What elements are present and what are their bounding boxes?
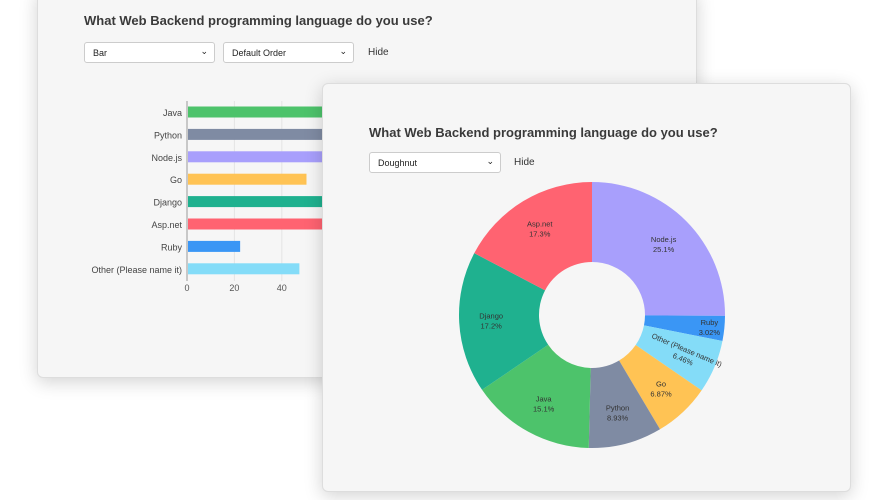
slice-percent: 3.02% <box>699 328 721 337</box>
bar <box>188 263 300 275</box>
bar <box>188 128 343 140</box>
doughnut-chart: Node.js25.1%Ruby3.02%Other (Please name … <box>459 182 725 448</box>
slice-category: Go <box>656 380 666 389</box>
slice-category: Java <box>536 395 553 404</box>
slice-percent: 15.1% <box>533 405 555 414</box>
x-tick-label: 20 <box>229 283 239 293</box>
slice-label: Python8.93% <box>606 404 629 423</box>
slice-percent: 8.93% <box>607 414 629 423</box>
slice-percent: 6.87% <box>650 390 672 399</box>
y-tick-label: Other (Please name it) <box>91 265 182 275</box>
slice-category: Asp.net <box>527 220 553 229</box>
slice-category: Ruby <box>701 318 719 327</box>
x-tick-label: 40 <box>277 283 287 293</box>
slice-percent: 17.2% <box>481 322 503 331</box>
y-tick-label: Node.js <box>151 153 182 163</box>
slice-category: Node.js <box>651 235 677 244</box>
slice-category: Python <box>606 404 629 413</box>
slice-percent: 17.3% <box>529 230 551 239</box>
slice-label: Asp.net17.3% <box>527 220 553 239</box>
y-tick-label: Django <box>153 198 182 208</box>
slice-label: Ruby3.02% <box>699 318 721 337</box>
slice-percent: 25.1% <box>653 245 675 254</box>
y-tick-label: Asp.net <box>151 220 182 230</box>
doughnut-chart-panel: What Web Backend programming language do… <box>322 83 851 492</box>
y-tick-label: Python <box>154 130 182 140</box>
slice-category: Django <box>479 312 503 321</box>
y-tick-label: Java <box>163 108 182 118</box>
y-tick-label: Go <box>170 175 182 185</box>
bar <box>188 240 241 252</box>
slice-label: Django17.2% <box>479 312 503 331</box>
y-tick-label: Ruby <box>161 242 183 252</box>
bar <box>188 173 307 185</box>
slice-label: Node.js25.1% <box>651 235 677 254</box>
slice-label: Java15.1% <box>533 395 555 414</box>
x-tick-label: 0 <box>184 283 189 293</box>
